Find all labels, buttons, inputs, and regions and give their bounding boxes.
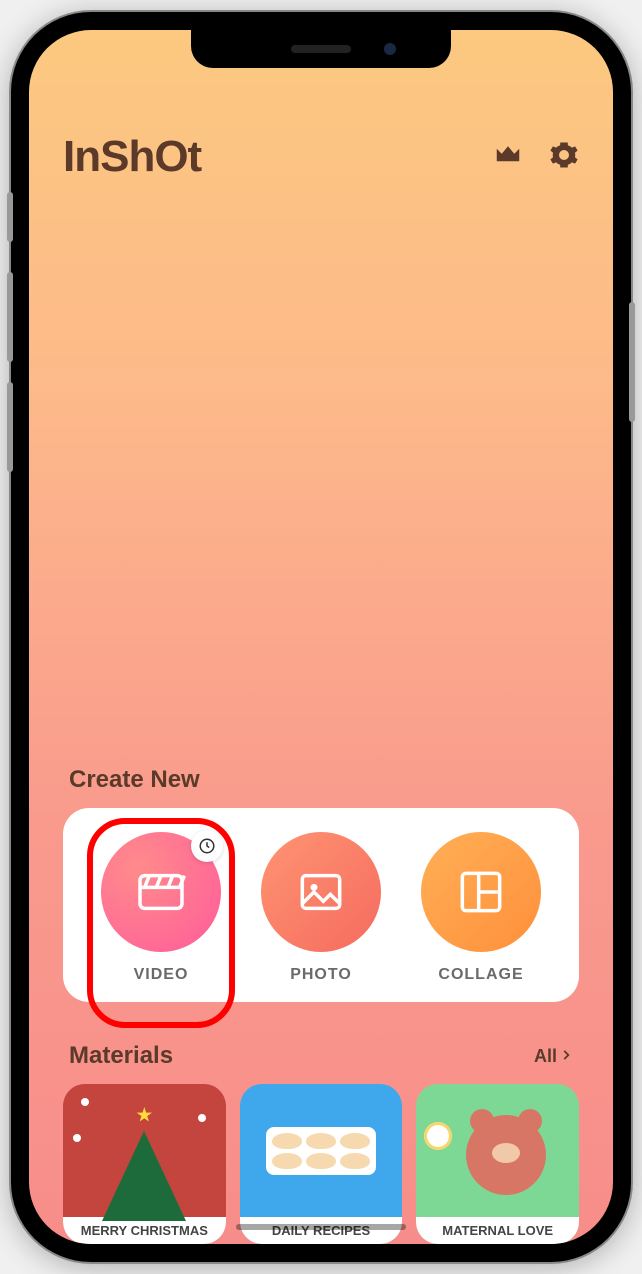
- power-button: [629, 302, 635, 422]
- material-label: DAILY RECIPES: [240, 1217, 403, 1244]
- material-art: [63, 1084, 226, 1217]
- crown-icon[interactable]: [493, 140, 523, 175]
- header: InShOt: [63, 132, 579, 182]
- app-home: InShOt Create New: [29, 30, 613, 1244]
- notch: [191, 30, 451, 68]
- collage-icon: [421, 832, 541, 952]
- front-camera: [384, 43, 396, 55]
- materials-row: MERRY CHRISTMAS DAILY RECIPES: [63, 1084, 579, 1244]
- screen: InShOt Create New: [29, 30, 613, 1244]
- gear-icon[interactable]: [549, 140, 579, 175]
- material-maternal[interactable]: MATERNAL LOVE: [416, 1084, 579, 1244]
- video-icon: [101, 832, 221, 952]
- create-collage-button[interactable]: COLLAGE: [421, 832, 541, 984]
- chevron-right-icon: [559, 1046, 573, 1067]
- create-item-label: COLLAGE: [438, 966, 523, 984]
- all-label: All: [534, 1046, 557, 1067]
- material-label: MATERNAL LOVE: [416, 1217, 579, 1244]
- create-video-button[interactable]: VIDEO: [101, 832, 221, 984]
- volume-button: [7, 192, 13, 242]
- materials-all-link[interactable]: All: [534, 1046, 573, 1067]
- volume-button: [7, 382, 13, 472]
- create-photo-button[interactable]: PHOTO: [261, 832, 381, 984]
- phone-frame: InShOt Create New: [11, 12, 631, 1262]
- app-logo: InShOt: [63, 132, 201, 182]
- material-label: MERRY CHRISTMAS: [63, 1217, 226, 1244]
- materials-title: Materials: [69, 1042, 173, 1070]
- photo-icon: [261, 832, 381, 952]
- create-item-label: PHOTO: [290, 966, 352, 984]
- create-new-title: Create New: [69, 766, 579, 794]
- clock-icon: [191, 830, 223, 862]
- home-indicator[interactable]: [236, 1224, 406, 1230]
- materials-header: Materials All: [63, 1042, 579, 1070]
- material-art: [416, 1084, 579, 1217]
- material-christmas[interactable]: MERRY CHRISTMAS: [63, 1084, 226, 1244]
- create-item-label: VIDEO: [134, 966, 189, 984]
- material-art: [240, 1084, 403, 1217]
- volume-button: [7, 272, 13, 362]
- create-new-card: VIDEO PHOTO: [63, 808, 579, 1002]
- material-recipes[interactable]: DAILY RECIPES: [240, 1084, 403, 1244]
- speaker: [291, 45, 351, 53]
